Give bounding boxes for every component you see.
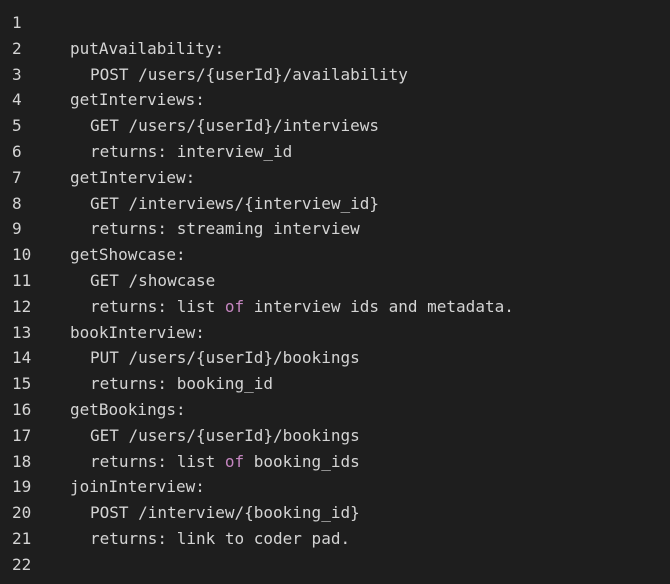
code-line[interactable]: 6 returns: interview_id (0, 139, 670, 165)
code-text: POST /interview/{booking_id} (90, 500, 360, 526)
code-token: joinInterview: (70, 477, 205, 497)
code-token: getInterviews: (70, 90, 205, 110)
line-number: 19 (12, 477, 32, 497)
line-number: 9 (12, 219, 22, 239)
line-number: 15 (12, 374, 32, 394)
line-number: 5 (12, 116, 22, 136)
code-line[interactable]: 14 PUT /users/{userId}/bookings (0, 345, 670, 371)
code-token: GET /showcase (90, 270, 216, 290)
code-line[interactable]: 5 GET /users/{userId}/interviews (0, 113, 670, 139)
code-line[interactable]: 8 GET /interviews/{interview_id} (0, 191, 670, 217)
code-token: getBookings: (70, 399, 186, 419)
line-number: 17 (12, 425, 32, 445)
line-number: 6 (12, 141, 22, 161)
code-token: GET /interviews/{interview_id} (90, 193, 379, 213)
code-text: returns: interview_id (90, 139, 292, 165)
line-number: 14 (12, 348, 32, 368)
code-text: getBookings: (70, 397, 186, 423)
code-token: returns: list (90, 296, 225, 316)
line-number: 13 (12, 322, 32, 342)
code-token: GET /users/{userId}/interviews (90, 116, 379, 136)
line-number: 4 (12, 90, 22, 110)
code-token: returns: streaming interview (90, 219, 360, 239)
code-text: returns: streaming interview (90, 216, 360, 242)
code-token: PUT /users/{userId}/bookings (90, 348, 360, 368)
code-line[interactable]: 3 POST /users/{userId}/availability (0, 62, 670, 88)
code-line[interactable]: 15 returns: booking_id (0, 371, 670, 397)
code-text: returns: booking_id (90, 371, 273, 397)
line-number: 18 (12, 451, 32, 471)
line-number: 20 (12, 503, 32, 523)
code-text: POST /users/{userId}/availability (90, 62, 408, 88)
code-line[interactable]: 12 returns: list of interview ids and met… (0, 294, 670, 320)
code-line[interactable]: 17 GET /users/{userId}/bookings (0, 423, 670, 449)
code-token: returns: interview_id (90, 141, 293, 161)
code-text: returns: link to coder pad. (90, 526, 350, 552)
code-token: POST /interview/{booking_id} (90, 503, 360, 523)
code-token: POST /users/{userId}/availability (90, 64, 408, 84)
code-text: GET /users/{userId}/bookings (90, 423, 360, 449)
code-text: getInterview: (70, 165, 195, 191)
line-number: 22 (12, 554, 32, 574)
code-line[interactable]: 11 GET /showcase (0, 268, 670, 294)
code-token: getShowcase: (70, 245, 186, 265)
line-number: 10 (12, 245, 32, 265)
code-line[interactable]: 20 POST /interview/{booking_id} (0, 500, 670, 526)
code-text: joinInterview: (70, 474, 205, 500)
code-line[interactable]: 4 getInterviews: (0, 87, 670, 113)
code-line[interactable]: 13 bookInterview: (0, 320, 670, 346)
code-text: bookInterview: (70, 320, 205, 346)
code-line[interactable]: 16 getBookings: (0, 397, 670, 423)
code-line[interactable]: 9 returns: streaming interview (0, 216, 670, 242)
line-number: 3 (12, 64, 22, 84)
code-text: getShowcase: (70, 242, 186, 268)
line-number: 2 (12, 38, 22, 58)
line-number: 11 (12, 270, 32, 290)
line-number: 21 (12, 528, 32, 548)
code-text: GET /showcase (90, 268, 215, 294)
code-token: GET /users/{userId}/bookings (90, 425, 360, 445)
code-text: returns: list of booking_ids (90, 449, 360, 475)
code-line[interactable]: 2 putAvailability: (0, 36, 670, 62)
keyword-token: of (224, 296, 245, 316)
code-token: getInterview: (70, 167, 196, 187)
code-token: interview ids and metadata. (244, 296, 514, 316)
code-line[interactable]: 18 returns: list of booking_ids (0, 449, 670, 475)
code-line[interactable]: 1 (0, 10, 670, 36)
code-token: putAvailability: (70, 38, 225, 58)
code-editor[interactable]: 1 2 putAvailability: 3 POST /users/{userId}/… (0, 0, 670, 584)
code-line[interactable]: 10 getShowcase: (0, 242, 670, 268)
keyword-token: of (224, 451, 245, 471)
code-line[interactable]: 21 returns: link to coder pad. (0, 526, 670, 552)
code-token: returns: booking_id (90, 374, 274, 394)
line-number: 16 (12, 399, 32, 419)
line-number: 1 (12, 13, 22, 32)
code-text: putAvailability: (70, 36, 224, 62)
code-line[interactable]: 19 joinInterview: (0, 474, 670, 500)
code-text: PUT /users/{userId}/bookings (90, 345, 360, 371)
code-text: getInterviews: (70, 87, 205, 113)
code-text: GET /users/{userId}/interviews (90, 113, 379, 139)
code-token: booking_ids (244, 451, 360, 471)
code-line[interactable]: 22 (0, 552, 670, 578)
code-text: returns: list of interview ids and metad… (90, 294, 514, 320)
code-text: GET /interviews/{interview_id} (90, 191, 379, 217)
code-token: returns: link to coder pad. (90, 528, 351, 548)
line-number: 7 (12, 167, 22, 187)
code-line[interactable]: 7 getInterview: (0, 165, 670, 191)
code-token: bookInterview: (70, 322, 205, 342)
line-number: 12 (12, 296, 32, 316)
code-lines: 1 2 putAvailability: 3 POST /users/{userId}/… (0, 10, 670, 578)
code-token: returns: list (90, 451, 225, 471)
line-number: 8 (12, 193, 22, 213)
